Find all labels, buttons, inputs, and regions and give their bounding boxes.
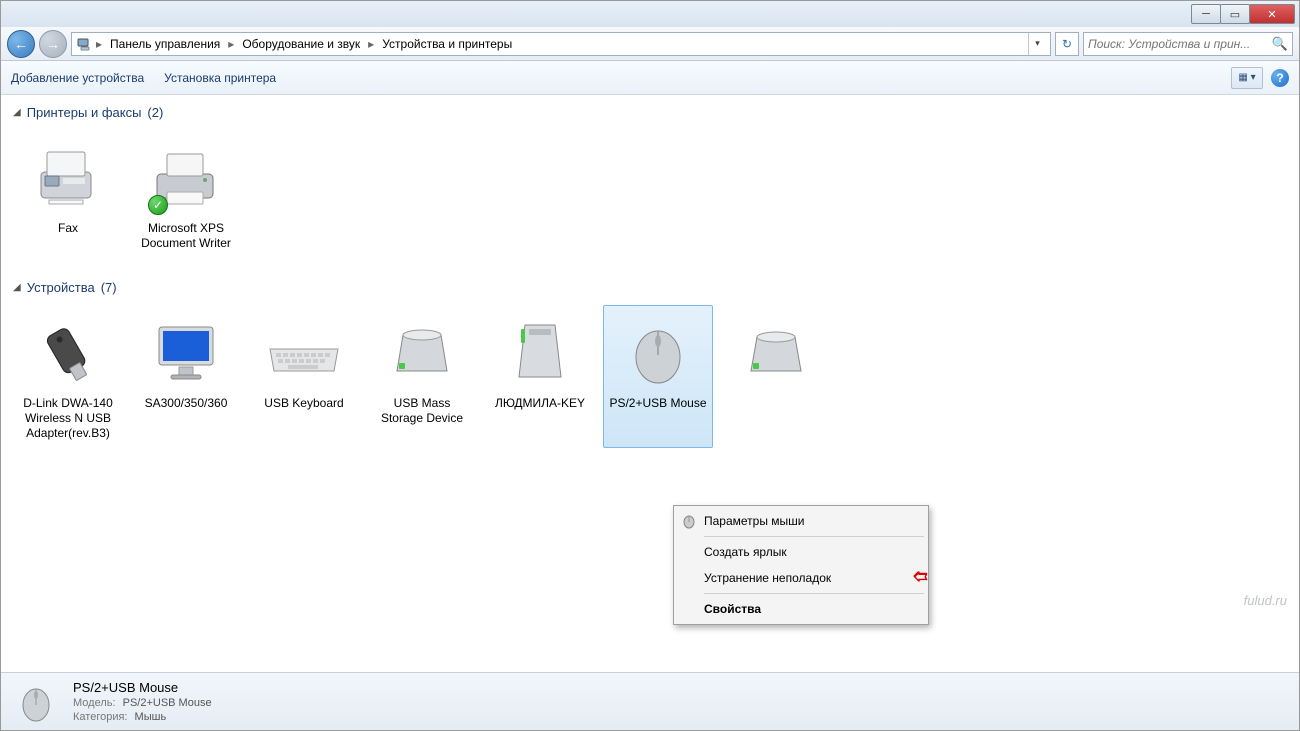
chevron-down-icon: ▾ <box>1251 72 1256 83</box>
command-bar: Добавление устройства Установка принтера… <box>1 61 1299 95</box>
search-input[interactable] <box>1088 37 1272 51</box>
context-menu: Параметры мыши Создать ярлык Устранение … <box>673 505 929 625</box>
arrow-right-icon: → <box>46 36 60 52</box>
device-label: USB Mass Storage Device <box>372 396 472 426</box>
add-device-button[interactable]: Добавление устройства <box>11 71 144 85</box>
external-drive-icon <box>382 312 462 392</box>
menu-separator <box>704 593 924 594</box>
device-item-drive2[interactable] <box>721 305 831 448</box>
context-menu-label: Устранение неполадок <box>704 571 831 585</box>
monitor-icon <box>146 312 226 392</box>
install-printer-button[interactable]: Установка принтера <box>164 71 276 85</box>
refresh-icon: ↻ <box>1062 37 1072 51</box>
details-title: PS/2+USB Mouse <box>73 680 212 695</box>
chevron-right-icon: ▸ <box>94 37 104 51</box>
printers-row: Fax ✓ Microsoft XPS Document Writer <box>1 124 1299 276</box>
view-options-button[interactable]: ▦ ▾ <box>1231 67 1263 89</box>
close-button[interactable]: ✕ <box>1249 4 1295 24</box>
group-count: (2) <box>147 105 163 120</box>
forward-button[interactable]: → <box>39 30 67 58</box>
maximize-button[interactable]: ▭ <box>1220 4 1250 24</box>
context-menu-item-troubleshoot[interactable]: Устранение неполадок <box>676 565 926 591</box>
breadcrumb-segment[interactable]: Устройства и принтеры <box>376 33 518 55</box>
menu-separator <box>704 536 924 537</box>
device-label: Microsoft XPS Document Writer <box>136 221 236 251</box>
group-header-printers[interactable]: ◢ Принтеры и факсы (2) <box>1 101 1299 124</box>
back-button[interactable]: ← <box>7 30 35 58</box>
details-model-value: PS/2+USB Mouse <box>123 697 212 709</box>
titlebar: ─ ▭ ✕ <box>1 1 1299 27</box>
caret-icon: ◢ <box>13 282 21 293</box>
watermark: fulud.ru <box>1244 593 1287 608</box>
device-label: SA300/350/360 <box>145 396 228 411</box>
group-count: (7) <box>101 280 117 295</box>
devices-icon <box>76 36 92 52</box>
context-menu-label: Создать ярлык <box>704 545 787 559</box>
caret-icon: ◢ <box>13 107 21 118</box>
device-label: ЛЮДМИЛА-KEY <box>495 396 585 411</box>
group-header-devices[interactable]: ◢ Устройства (7) <box>1 276 1299 299</box>
view-icon: ▦ <box>1238 72 1247 83</box>
printer-icon: ✓ <box>146 137 226 217</box>
arrow-left-icon: ← <box>14 36 28 52</box>
mouse-icon <box>13 679 59 725</box>
keyboard-icon <box>264 312 344 392</box>
device-item-fax[interactable]: Fax <box>13 130 123 258</box>
context-menu-label: Свойства <box>704 602 761 616</box>
fax-icon <box>28 137 108 217</box>
device-label: Fax <box>58 221 78 236</box>
details-category: Категория: Мышь <box>73 711 212 723</box>
navigation-bar: ← → ▸ Панель управления ▸ Оборудование и… <box>1 27 1299 61</box>
usb-dongle-icon <box>28 312 108 392</box>
context-menu-item-properties[interactable]: Свойства <box>676 596 926 622</box>
content-area: ◢ Принтеры и факсы (2) Fax <box>1 95 1299 672</box>
devices-row: D-Link DWA-140 Wireless N USB Adapter(re… <box>1 299 1299 466</box>
details-category-key: Категория: <box>73 711 127 723</box>
details-text: PS/2+USB Mouse Модель: PS/2+USB Mouse Ка… <box>73 680 212 723</box>
context-menu-item-create-shortcut[interactable]: Создать ярлык <box>676 539 926 565</box>
refresh-button[interactable]: ↻ <box>1055 32 1079 56</box>
details-pane: PS/2+USB Mouse Модель: PS/2+USB Mouse Ка… <box>1 672 1299 730</box>
device-label: D-Link DWA-140 Wireless N USB Adapter(re… <box>18 396 118 441</box>
computer-tower-icon <box>500 312 580 392</box>
device-item-keyboard[interactable]: USB Keyboard <box>249 305 359 448</box>
default-check-icon: ✓ <box>148 195 168 215</box>
breadcrumb-dropdown[interactable]: ▾ <box>1028 33 1046 55</box>
details-model: Модель: PS/2+USB Mouse <box>73 697 212 709</box>
device-label: USB Keyboard <box>264 396 343 411</box>
mouse-icon <box>618 312 698 392</box>
external-drive-icon <box>736 312 816 392</box>
device-item-wireless-adapter[interactable]: D-Link DWA-140 Wireless N USB Adapter(re… <box>13 305 123 448</box>
group-title: Устройства <box>27 280 95 295</box>
explorer-window: ─ ▭ ✕ ← → ▸ Панель управления ▸ Оборудов… <box>0 0 1300 731</box>
device-item-storage[interactable]: USB Mass Storage Device <box>367 305 477 448</box>
context-menu-item-mouse-settings[interactable]: Параметры мыши <box>676 508 926 534</box>
chevron-right-icon: ▸ <box>226 37 236 51</box>
breadcrumb-segment[interactable]: Панель управления <box>104 33 226 55</box>
device-item-monitor[interactable]: SA300/350/360 <box>131 305 241 448</box>
device-item-mouse[interactable]: PS/2+USB Mouse <box>603 305 713 448</box>
help-button[interactable]: ? <box>1271 69 1289 87</box>
mouse-small-icon <box>680 512 698 530</box>
details-category-value: Мышь <box>135 711 167 723</box>
device-label: PS/2+USB Mouse <box>609 396 706 411</box>
breadcrumb[interactable]: ▸ Панель управления ▸ Оборудование и зву… <box>71 32 1051 56</box>
group-title: Принтеры и факсы <box>27 105 142 120</box>
annotation-arrow-icon: ➱ <box>913 566 928 587</box>
chevron-right-icon: ▸ <box>366 37 376 51</box>
details-model-key: Модель: <box>73 697 116 709</box>
context-menu-label: Параметры мыши <box>704 514 805 528</box>
minimize-button[interactable]: ─ <box>1191 4 1221 24</box>
device-item-xps-writer[interactable]: ✓ Microsoft XPS Document Writer <box>131 130 241 258</box>
breadcrumb-segment[interactable]: Оборудование и звук <box>236 33 366 55</box>
search-box[interactable]: 🔍 <box>1083 32 1293 56</box>
search-icon: 🔍 <box>1272 36 1288 52</box>
help-icon: ? <box>1276 71 1283 85</box>
device-item-computer[interactable]: ЛЮДМИЛА-KEY <box>485 305 595 448</box>
